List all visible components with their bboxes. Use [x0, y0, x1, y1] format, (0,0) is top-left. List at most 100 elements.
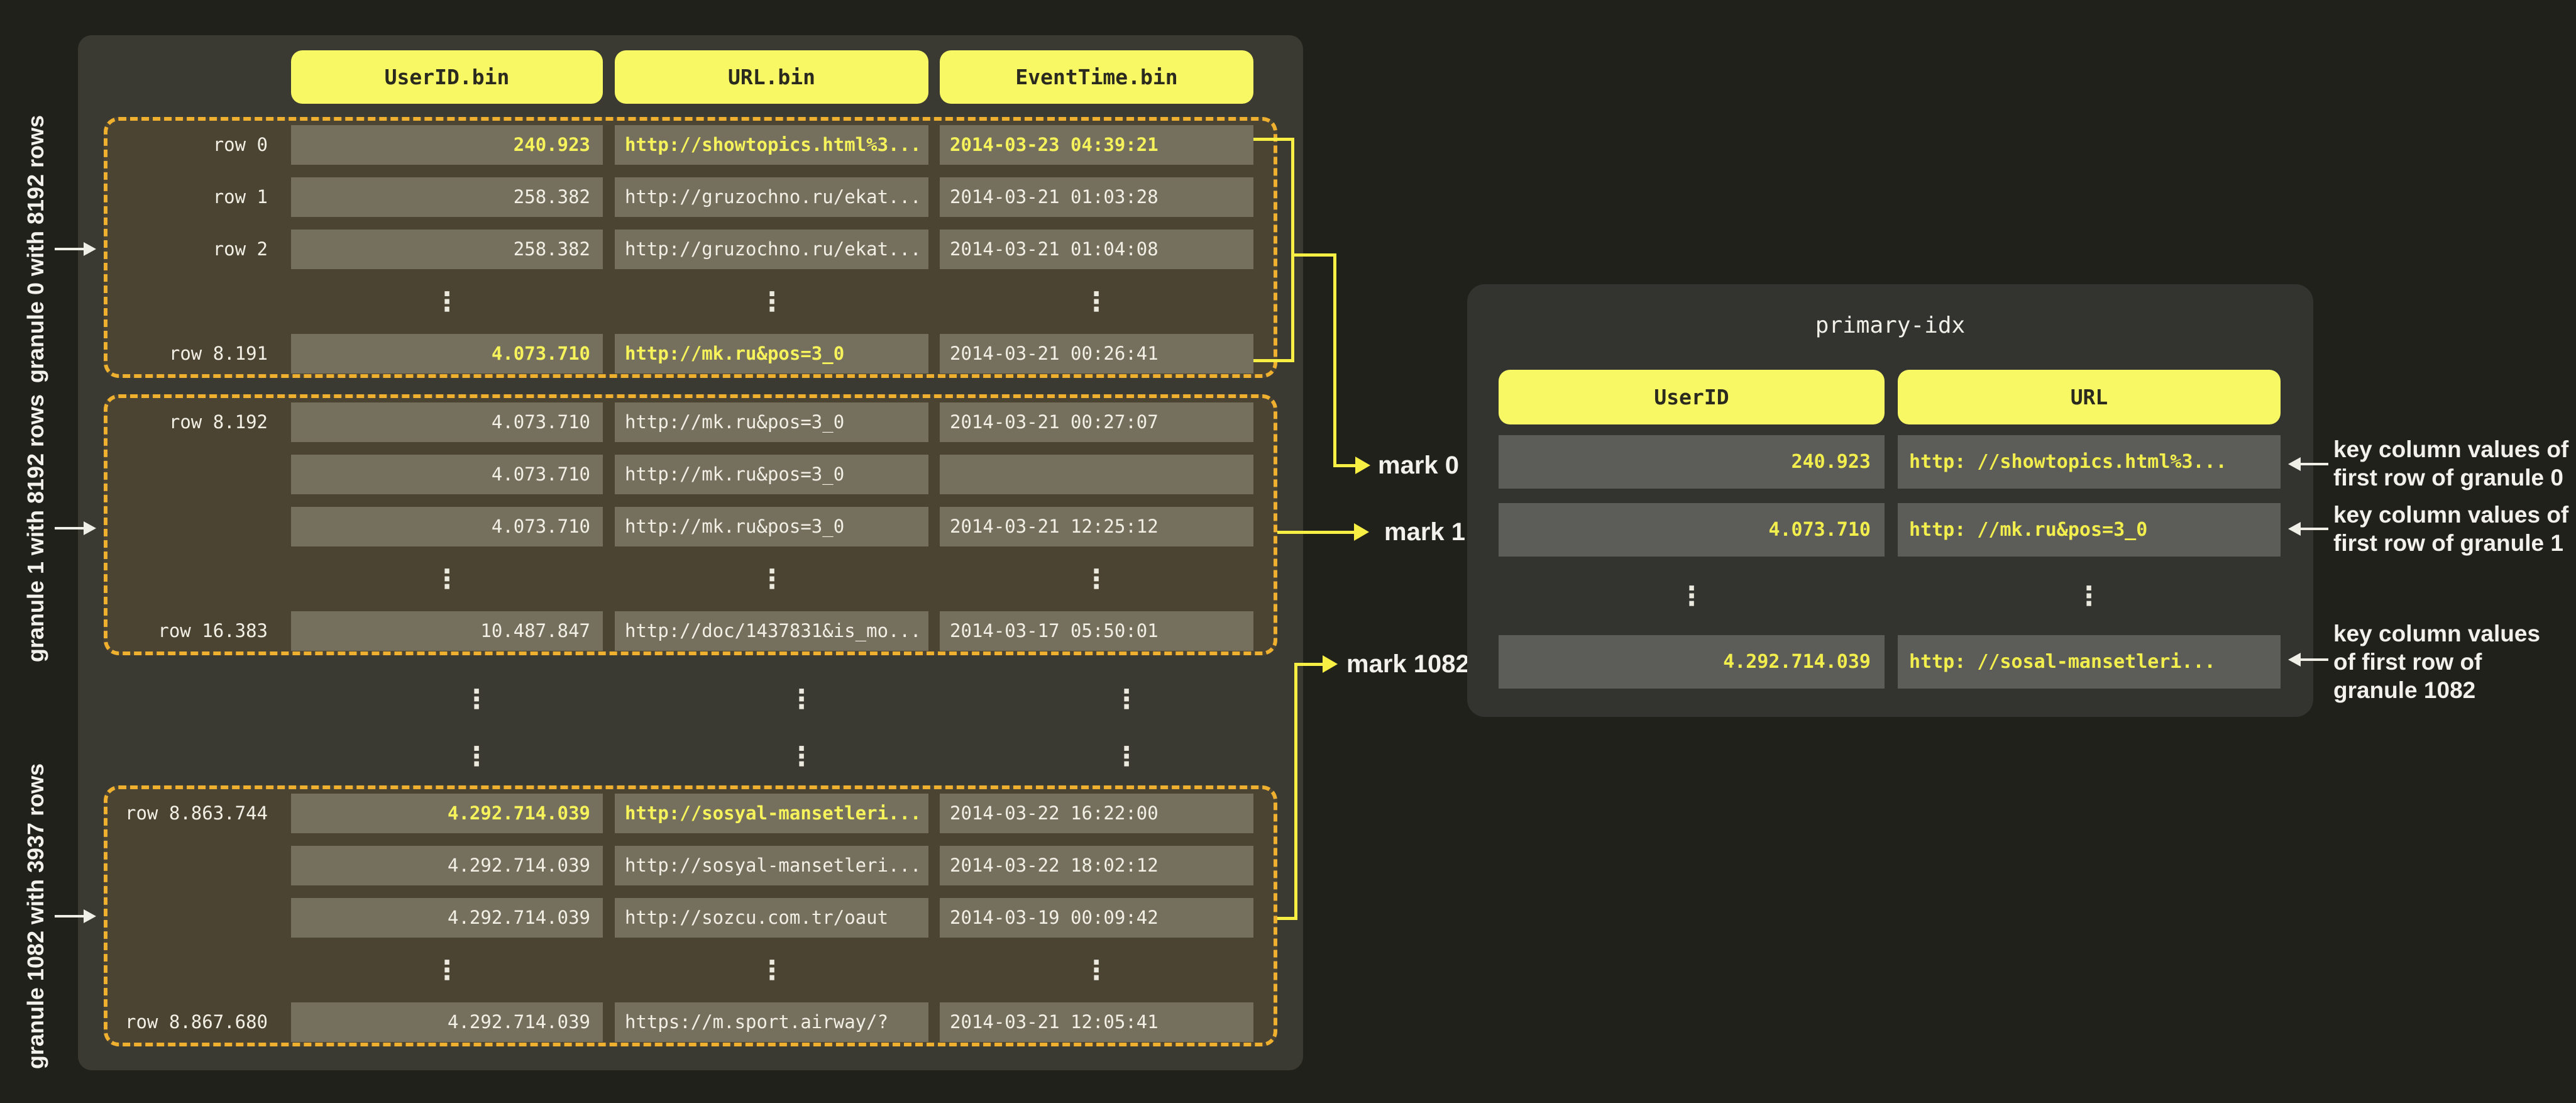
ellipsis-row: ⋮⋮⋮ — [107, 950, 1274, 990]
primary-index-title: primary-idx — [1467, 313, 2313, 338]
cell-url: http://mk.ru&pos=3_0 — [615, 402, 928, 442]
vertical-ellipsis: ⋮ — [463, 679, 490, 719]
granule-1082-side-label: granule 1082 with 3937 rows — [23, 763, 49, 1069]
table-row: 4.292.714.039http://sozcu.com.tr/oaut201… — [107, 898, 1274, 938]
cell-userid: 4.292.714.039 — [291, 898, 603, 938]
cell-userid: 4.073.710 — [291, 507, 603, 546]
cell-eventtime: 2014-03-21 00:27:07 — [940, 402, 1253, 442]
column-header-url-bin: URL.bin — [615, 50, 928, 104]
cell-eventtime — [940, 455, 1253, 494]
primary-cell-url: http: //sosal-mansetleri... — [1898, 635, 2281, 689]
primary-cell-userid: 240.923 — [1499, 435, 1885, 489]
table-row: row 16.383 10.487.847 http://doc/1437831&i… — [107, 611, 1274, 651]
granule-0-arrow-line — [55, 248, 84, 250]
annotation-0-arrow-icon — [2288, 457, 2301, 471]
cell-url: http://sosyal-mansetleri... — [615, 794, 928, 833]
diagram-canvas: UserID.bin URL.bin EventTime.bin row 024… — [0, 0, 2576, 1103]
mark0-connector-line — [1291, 253, 1336, 257]
annotation-granule-1082: key column values of first row of granul… — [2333, 619, 2576, 704]
mark-0-label: mark 0 — [1378, 450, 1459, 481]
cell-url: http://sosyal-mansetleri... — [615, 846, 928, 885]
mark1-arrow-icon — [1354, 523, 1369, 541]
annotation-line: of first row of — [2333, 648, 2576, 676]
table-row: row 1258.382http://gruzochno.ru/ekat...2… — [107, 177, 1274, 217]
table-row: row 8.867.6804.292.714.039https://m.spor… — [107, 1002, 1274, 1042]
cell-url: http://mk.ru&pos=3_0 — [615, 334, 928, 374]
row-label: row 8.863.744 — [107, 794, 268, 833]
vertical-ellipsis: ⋮ — [1083, 282, 1109, 321]
cell-url: http://doc/1437831&is_mo... — [615, 611, 928, 651]
table-row: 4.292.714.039 http://sosyal-mansetleri...… — [107, 846, 1274, 885]
annotation-granule-1: key column values of first row of granul… — [2333, 501, 2576, 557]
primary-index-row: 240.923http: //showtopics.html%3... — [1467, 435, 2313, 489]
ellipsis-row: ⋮ ⋮ ⋮ — [107, 679, 1277, 719]
table-row: 4.073.710 http://mk.ru&pos=3_0 — [107, 455, 1274, 494]
vertical-ellipsis: ⋮ — [2076, 569, 2102, 623]
primary-cell-userid: 4.073.710 — [1499, 503, 1885, 557]
table-row: row 2258.382http://gruzochno.ru/ekat...2… — [107, 230, 1274, 269]
cell-userid: 4.292.714.039 — [291, 1002, 603, 1042]
cell-eventtime: 2014-03-19 00:09:42 — [940, 898, 1253, 938]
cell-userid: 4.073.710 — [291, 402, 603, 442]
vertical-ellipsis: ⋮ — [434, 282, 460, 321]
cell-url: http://gruzochno.ru/ekat... — [615, 177, 928, 217]
mark0-bracket-bottom-line — [1253, 359, 1294, 362]
row-label: row 16.383 — [107, 611, 268, 651]
vertical-ellipsis: ⋮ — [788, 679, 815, 719]
annotation-2-arrow-icon — [2288, 653, 2301, 667]
mark-1082-label: mark 1082 — [1346, 648, 1470, 680]
granule-box-0: row 0240.923http://showtopics.html%3...2… — [104, 117, 1277, 378]
primary-column-header-userid: UserID — [1499, 370, 1885, 424]
primary-cell-url: http: //mk.ru&pos=3_0 — [1898, 503, 2281, 557]
table-row: 4.073.710http://mk.ru&pos=3_02014-03-21 … — [107, 507, 1274, 546]
mark0-arrow-icon — [1355, 457, 1370, 474]
mark0-bracket-line — [1291, 138, 1294, 362]
column-header-userid-bin: UserID.bin — [291, 50, 603, 104]
mark1-connector-line — [1277, 531, 1355, 534]
table-row: row 0240.923http://showtopics.html%3...2… — [107, 125, 1274, 165]
cell-userid: 10.487.847 — [291, 611, 603, 651]
cell-url: http://showtopics.html%3... — [615, 125, 928, 165]
cell-url: http://mk.ru&pos=3_0 — [615, 455, 928, 494]
table-row: row 8.1914.073.710http://mk.ru&pos=3_020… — [107, 334, 1274, 374]
cell-eventtime: 2014-03-22 16:22:00 — [940, 794, 1253, 833]
annotation-line: key column values of — [2333, 435, 2576, 463]
cell-eventtime: 2014-03-21 01:03:28 — [940, 177, 1253, 217]
cell-userid: 258.382 — [291, 177, 603, 217]
cell-userid: 258.382 — [291, 230, 603, 269]
table-row: row 8.863.7444.292.714.039http://sosyal-… — [107, 794, 1274, 833]
granule-0-side-label: granule 0 with 8192 rows — [23, 115, 49, 383]
annotation-0-arrow-line — [2299, 463, 2328, 465]
cell-eventtime: 2014-03-21 01:04:08 — [940, 230, 1253, 269]
annotation-line: first row of granule 1 — [2333, 529, 2576, 557]
vertical-ellipsis: ⋮ — [759, 950, 785, 990]
annotation-granule-0: key column values of first row of granul… — [2333, 435, 2576, 492]
annotation-line: first row of granule 0 — [2333, 463, 2576, 492]
ellipsis-row: ⋮⋮⋮ — [107, 559, 1274, 599]
cell-userid: 4.073.710 — [291, 455, 603, 494]
vertical-ellipsis: ⋮ — [1113, 679, 1140, 719]
ellipsis-row: ⋮ ⋮ ⋮ — [107, 736, 1277, 776]
vertical-ellipsis: ⋮ — [463, 736, 490, 776]
mark1082-connector-line — [1294, 664, 1297, 920]
primary-index-row: 4.073.710http: //mk.ru&pos=3_0 — [1467, 503, 2313, 557]
annotation-line: granule 1082 — [2333, 676, 2576, 704]
cell-userid: 4.073.710 — [291, 334, 603, 374]
primary-cell-url: http: //showtopics.html%3... — [1898, 435, 2281, 489]
cell-eventtime: 2014-03-21 12:25:12 — [940, 507, 1253, 546]
granule-1-arrow-icon — [84, 521, 96, 535]
cell-userid: 4.292.714.039 — [291, 846, 603, 885]
cell-eventtime: 2014-03-23 04:39:21 — [940, 125, 1253, 165]
primary-index-panel: primary-idx UserID URL 240.923http: //sh… — [1467, 284, 2313, 717]
cell-userid: 240.923 — [291, 125, 603, 165]
cell-eventtime: 2014-03-21 12:05:41 — [940, 1002, 1253, 1042]
granule-1082-arrow-line — [55, 915, 84, 917]
mark1082-arrow-icon — [1323, 655, 1338, 673]
cell-eventtime: 2014-03-21 00:26:41 — [940, 334, 1253, 374]
vertical-ellipsis: ⋮ — [1083, 559, 1109, 599]
primary-column-header-url: URL — [1898, 370, 2281, 424]
primary-cell-userid: 4.292.714.039 — [1499, 635, 1885, 689]
vertical-ellipsis: ⋮ — [759, 282, 785, 321]
vertical-ellipsis: ⋮ — [1678, 569, 1705, 623]
mark0-connector-line — [1333, 464, 1357, 467]
